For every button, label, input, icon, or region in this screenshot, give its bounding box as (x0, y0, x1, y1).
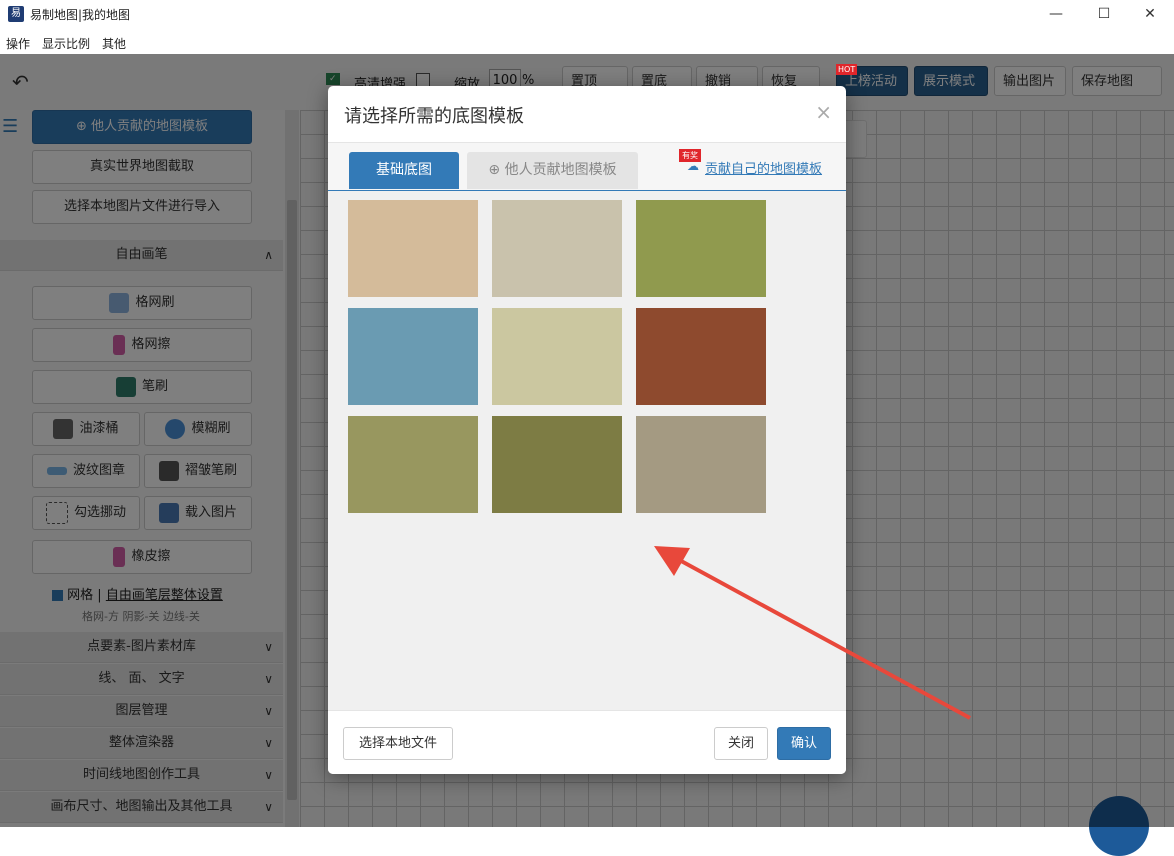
template-modal: 请选择所需的底图模板 × 基础底图 ⊕ 他人贡献地图模板 有奖 ☁ 贡献自己的地… (328, 86, 846, 774)
app-logo: 易 (8, 6, 24, 22)
modal-footer: 选择本地文件 关闭 确认 (328, 710, 846, 774)
hot-badge: HOT (836, 64, 858, 75)
menu-operate[interactable]: 操作 (6, 35, 30, 52)
template-tile-sand-cracks[interactable] (492, 308, 622, 405)
tab-contributed-label: 他人贡献地图模板 (504, 162, 617, 178)
tab-basic-maps[interactable]: 基础底图 (349, 152, 459, 189)
template-tile-blue-water[interactable] (348, 308, 478, 405)
template-tabs: 基础底图 ⊕ 他人贡献地图模板 有奖 ☁ 贡献自己的地图模板 (328, 143, 846, 191)
maximize-button[interactable]: ☐ (1084, 3, 1124, 25)
template-tile-grey-parchment[interactable] (492, 200, 622, 297)
select-local-file-button[interactable]: 选择本地文件 (343, 727, 453, 760)
template-tile-olive-plain[interactable] (636, 200, 766, 297)
contribute-template-link[interactable]: 贡献自己的地图模板 (705, 158, 822, 177)
cloud-upload-icon: ☁ (687, 159, 699, 173)
close-window-button[interactable]: ✕ (1130, 3, 1170, 25)
template-tile-stone-clearing[interactable] (636, 416, 766, 513)
template-tile-dense-forest[interactable] (492, 416, 622, 513)
minimize-button[interactable]: — (1036, 3, 1076, 25)
template-tile-red-earth[interactable] (636, 308, 766, 405)
confirm-button[interactable]: 确认 (777, 727, 831, 760)
window-title: 易制地图|我的地图 (30, 8, 131, 22)
tab-contributed-templates[interactable]: ⊕ 他人贡献地图模板 (467, 152, 638, 189)
modal-header: 请选择所需的底图模板 × (328, 86, 846, 143)
menu-display-ratio[interactable]: 显示比例 (42, 35, 90, 52)
template-tile-forest-road[interactable] (348, 416, 478, 513)
modal-body: 基础底图 ⊕ 他人贡献地图模板 有奖 ☁ 贡献自己的地图模板 (328, 143, 846, 710)
close-icon[interactable]: × (815, 100, 832, 124)
template-tile-tan-parchment[interactable] (348, 200, 478, 297)
close-button[interactable]: 关闭 (714, 727, 768, 760)
globe-icon: ⊕ (488, 162, 505, 178)
modal-title: 请选择所需的底图模板 (344, 106, 524, 127)
window-titlebar: 易 易制地图|我的地图 — ☐ ✕ (0, 0, 1174, 30)
menu-bar: 操作 显示比例 其他 (0, 30, 1174, 54)
menu-other[interactable]: 其他 (102, 35, 126, 52)
